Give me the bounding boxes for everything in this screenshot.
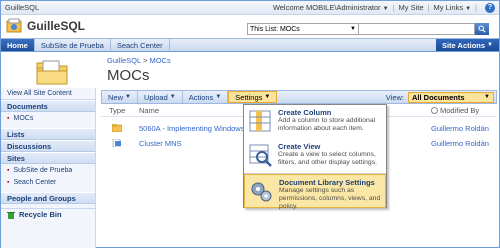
divider: | (392, 3, 395, 12)
search-scope-select[interactable]: This List: MOCs ▼ (247, 23, 359, 35)
site-actions-menu[interactable]: Site Actions ▼ (435, 39, 499, 51)
my-links-label: My Links (433, 3, 464, 12)
bullet-icon: ▪ (7, 178, 10, 186)
actions-menu-button[interactable]: Actions ▼ (183, 91, 229, 103)
divider: | (475, 3, 477, 12)
page-title: MOCs (107, 67, 150, 84)
my-site-link[interactable]: My Site (399, 3, 424, 12)
document-icon (112, 139, 121, 147)
recycle-bin-label: Recycle Bin (19, 210, 62, 219)
new-label: New (108, 92, 124, 102)
quick-launch-sites[interactable]: Sites (1, 152, 95, 164)
breadcrumb: GuilleSQL > MOCs (107, 56, 171, 65)
quick-launch-item-mocs[interactable]: ▪ MOCs (1, 112, 95, 124)
top-nav: Home SubSite de Prueba Seach Center Site… (1, 38, 499, 52)
quick-launch-lists[interactable]: Lists (1, 128, 95, 140)
recycle-bin-icon (7, 211, 15, 219)
divider: | (427, 3, 430, 12)
modified-by-link[interactable]: Guillermo Roldán (431, 124, 489, 133)
view-selector: View: All Documents ▼ (385, 91, 496, 103)
quick-launch-item-search-center[interactable]: ▪ Seach Center (1, 176, 95, 188)
breadcrumb-current-link[interactable]: MOCs (149, 56, 170, 65)
settings-menu-button[interactable]: Settings ▼ (228, 91, 278, 103)
tab-subsite[interactable]: SubSite de Prueba (35, 39, 111, 51)
menu-item-document-library-settings[interactable]: Document Library Settings Manage setting… (244, 174, 386, 210)
settings-label: Settings (235, 92, 263, 102)
new-menu-button[interactable]: New ▼ (102, 91, 138, 103)
help-icon[interactable]: ? (485, 2, 495, 13)
sharepoint-window: GuilleSQL Welcome MOBILE\Administrator ▼ … (0, 0, 500, 248)
upload-label: Upload (143, 92, 168, 102)
quick-launch-item-label: Seach Center (13, 178, 57, 186)
column-header-modified-by[interactable]: Modified By (431, 106, 479, 115)
view-value: All Documents (412, 92, 465, 102)
welcome-menu[interactable]: Welcome MOBILE\Administrator ▼ (273, 3, 389, 12)
menu-item-description: Add a column to store additional informa… (278, 117, 376, 132)
settings-dropdown-menu: Create Column Add a column to store addi… (243, 104, 387, 210)
search-input[interactable] (359, 23, 475, 35)
chevron-down-icon: ▼ (125, 94, 131, 100)
quick-launch-item-label: MOCs (13, 114, 34, 122)
quick-launch-people[interactable]: People and Groups (1, 192, 95, 204)
quick-launch-documents[interactable]: Documents (1, 100, 95, 112)
create-column-icon (249, 110, 271, 132)
global-bar: GuilleSQL Welcome MOBILE\Administrator ▼ … (1, 1, 499, 15)
quick-launch-item-label: SubSite de Prueba (13, 166, 73, 174)
my-links-menu[interactable]: My Links ▼ (434, 3, 472, 12)
menu-item-description: Create a view to select columns, filters… (278, 151, 377, 166)
settings-gear-icon (251, 182, 272, 202)
search-scope-value: This List: MOCs (250, 25, 300, 33)
list-toolbar: New ▼ Upload ▼ Actions ▼ Settings ▼ View: Al… (101, 90, 497, 104)
page-header: GuilleSQL > MOCs MOCs (1, 52, 499, 88)
column-header-name[interactable]: Name (139, 106, 159, 115)
global-site-link[interactable]: GuilleSQL (1, 3, 39, 12)
menu-item-title: Document Library Settings (279, 178, 375, 187)
document-library-icon (36, 60, 68, 85)
chevron-down-icon: ▼ (169, 94, 176, 100)
view-label: View: (385, 92, 404, 102)
menu-item-description: Manage settings such as permissions, col… (279, 187, 381, 210)
upload-menu-button[interactable]: Upload ▼ (138, 91, 183, 103)
bullet-icon: ▪ (7, 114, 10, 122)
search-icon (478, 25, 486, 33)
item-name-link[interactable]: Cluster MNS (139, 139, 182, 148)
menu-item-create-view[interactable]: Create View Create a view to select colu… (244, 139, 386, 173)
actions-label: Actions (188, 92, 214, 102)
folder-icon (112, 124, 122, 132)
menu-item-title: Create Column (278, 108, 332, 117)
menu-item-title: Create View (278, 142, 321, 151)
item-name-link[interactable]: 5060A - Implementing Windows (139, 124, 244, 133)
quick-launch-item-subsite[interactable]: ▪ SubSite de Prueba (1, 164, 95, 176)
chevron-down-icon: ▼ (465, 6, 472, 12)
menu-item-create-column[interactable]: Create Column Add a column to store addi… (244, 105, 386, 139)
recycle-bin-link[interactable]: Recycle Bin (1, 208, 95, 220)
search-box: This List: MOCs ▼ (247, 23, 489, 35)
breadcrumb-site-link[interactable]: GuilleSQL (107, 56, 141, 65)
column-header-type[interactable]: Type (109, 106, 125, 115)
chevron-down-icon: ▼ (487, 42, 493, 48)
title-area: GuilleSQL This List: MOCs ▼ (1, 15, 499, 38)
chevron-down-icon: ▼ (382, 6, 389, 12)
view-all-content-link[interactable]: View All Site Content (1, 88, 95, 100)
bullet-icon: ▪ (7, 166, 10, 174)
chevron-down-icon: ▼ (264, 94, 271, 100)
chevron-down-icon: ▼ (484, 94, 490, 100)
view-select[interactable]: All Documents ▼ (408, 91, 494, 103)
quick-launch-discussions[interactable]: Discussions (1, 140, 95, 152)
chevron-down-icon: ▼ (350, 26, 356, 32)
chevron-down-icon: ▼ (215, 94, 222, 100)
global-right: Welcome MOBILE\Administrator ▼ | My Site … (273, 2, 499, 13)
modified-by-label: Modified By (440, 106, 480, 115)
tab-home[interactable]: Home (1, 39, 35, 51)
search-button[interactable] (475, 23, 489, 35)
sort-icon (431, 107, 438, 114)
site-logo-icon (6, 18, 22, 33)
welcome-text: Welcome MOBILE\Administrator (272, 3, 381, 12)
tab-search-center[interactable]: Seach Center (111, 39, 170, 51)
modified-by-link[interactable]: Guillermo Roldán (431, 139, 489, 148)
create-view-icon (249, 144, 272, 167)
site-actions-label: Site Actions (441, 40, 486, 50)
site-title[interactable]: GuilleSQL (27, 19, 85, 33)
quick-launch: View All Site Content Documents ▪ MOCs Li… (1, 88, 96, 248)
